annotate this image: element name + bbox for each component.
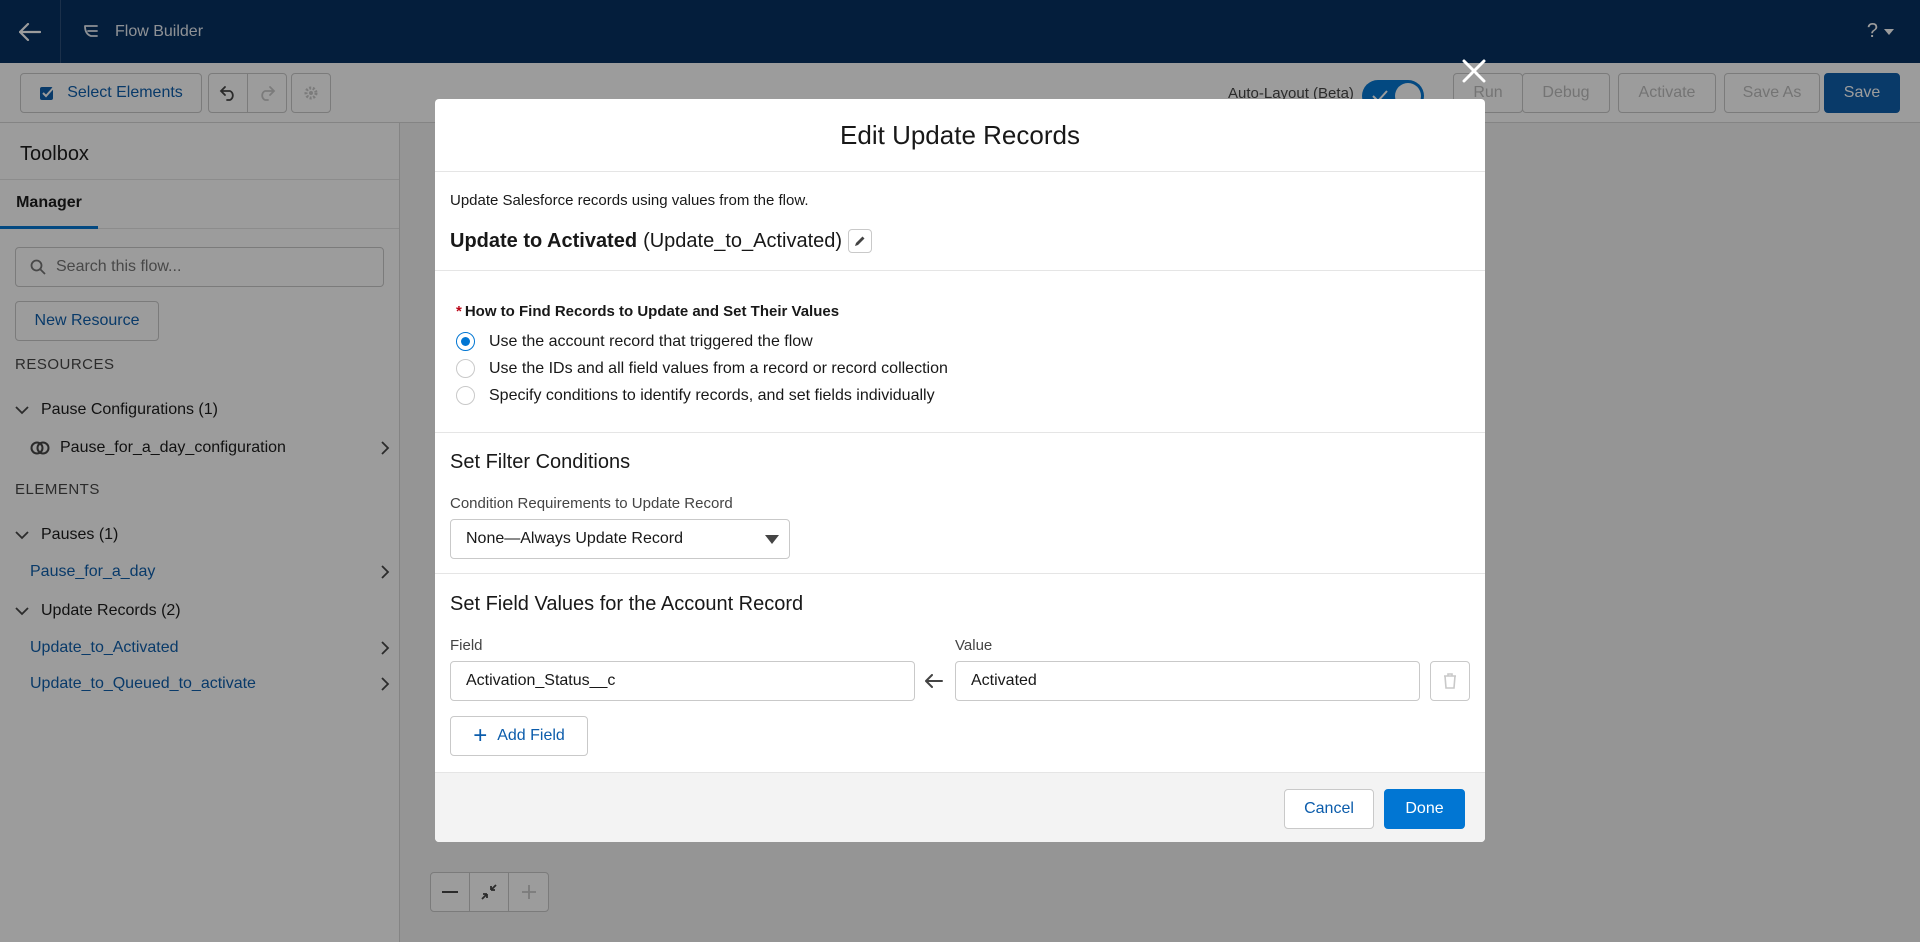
how-to-find-text: How to Find Records to Update and Set Th… (464, 303, 840, 320)
field-label: Field (450, 637, 483, 654)
close-icon (1462, 59, 1486, 83)
delete-field-button[interactable] (1430, 661, 1470, 701)
select-value: None—Always Update Record (466, 530, 683, 547)
modal-title: Edit Update Records (435, 99, 1485, 172)
done-button[interactable]: Done (1384, 789, 1465, 829)
radio-button[interactable] (456, 332, 475, 351)
modal-description: Update Salesforce records using values f… (450, 192, 809, 209)
divider (435, 432, 1485, 433)
value-label: Value (955, 637, 993, 654)
cancel-button[interactable]: Cancel (1284, 789, 1374, 829)
radio-button[interactable] (456, 359, 475, 378)
pencil-icon (855, 236, 865, 246)
radio-label: Specify conditions to identify records, … (489, 386, 935, 404)
radio-option-specify-conditions[interactable]: Specify conditions to identify records, … (456, 386, 935, 405)
trash-icon (1444, 673, 1456, 689)
radio-label: Use the account record that triggered th… (489, 332, 813, 350)
value-input-value: Activated (971, 672, 1037, 689)
divider (435, 573, 1485, 574)
field-values-title: Set Field Values for the Account Record (450, 593, 804, 615)
element-label: Update to Activated (450, 229, 638, 252)
edit-update-records-modal: Edit Update Records Update Salesforce re… (435, 99, 1485, 842)
filter-conditions-title: Set Filter Conditions (450, 451, 631, 473)
field-input[interactable]: Activation_Status__c (450, 661, 915, 701)
arrow-left-icon (925, 674, 943, 688)
radio-button[interactable] (456, 386, 475, 405)
divider (435, 270, 1485, 271)
element-name-row: Update to Activated (Update_to_Activated… (450, 229, 873, 253)
how-to-find-label: * How to Find Records to Update and Set T… (456, 303, 839, 320)
caret-down-icon (765, 535, 779, 544)
radio-label: Use the IDs and all field values from a … (489, 359, 948, 377)
radio-option-record-collection[interactable]: Use the IDs and all field values from a … (456, 359, 948, 378)
radio-option-triggering-record[interactable]: Use the account record that triggered th… (456, 332, 813, 351)
edit-name-button[interactable] (848, 229, 873, 253)
add-field-button[interactable]: + Add Field (450, 716, 588, 756)
value-input[interactable]: Activated (955, 661, 1420, 701)
condition-requirements-label: Condition Requirements to Update Record (450, 495, 733, 512)
condition-requirements-select[interactable]: None—Always Update Record (450, 519, 790, 559)
modal-footer: Cancel Done (435, 772, 1485, 842)
field-input-value: Activation_Status__c (466, 672, 616, 689)
close-modal-button[interactable] (1458, 55, 1490, 87)
plus-icon: + (473, 722, 488, 749)
add-field-label: Add Field (497, 727, 565, 744)
element-api-name: (Update_to_Activated) (643, 229, 843, 252)
required-marker: * (456, 303, 462, 320)
